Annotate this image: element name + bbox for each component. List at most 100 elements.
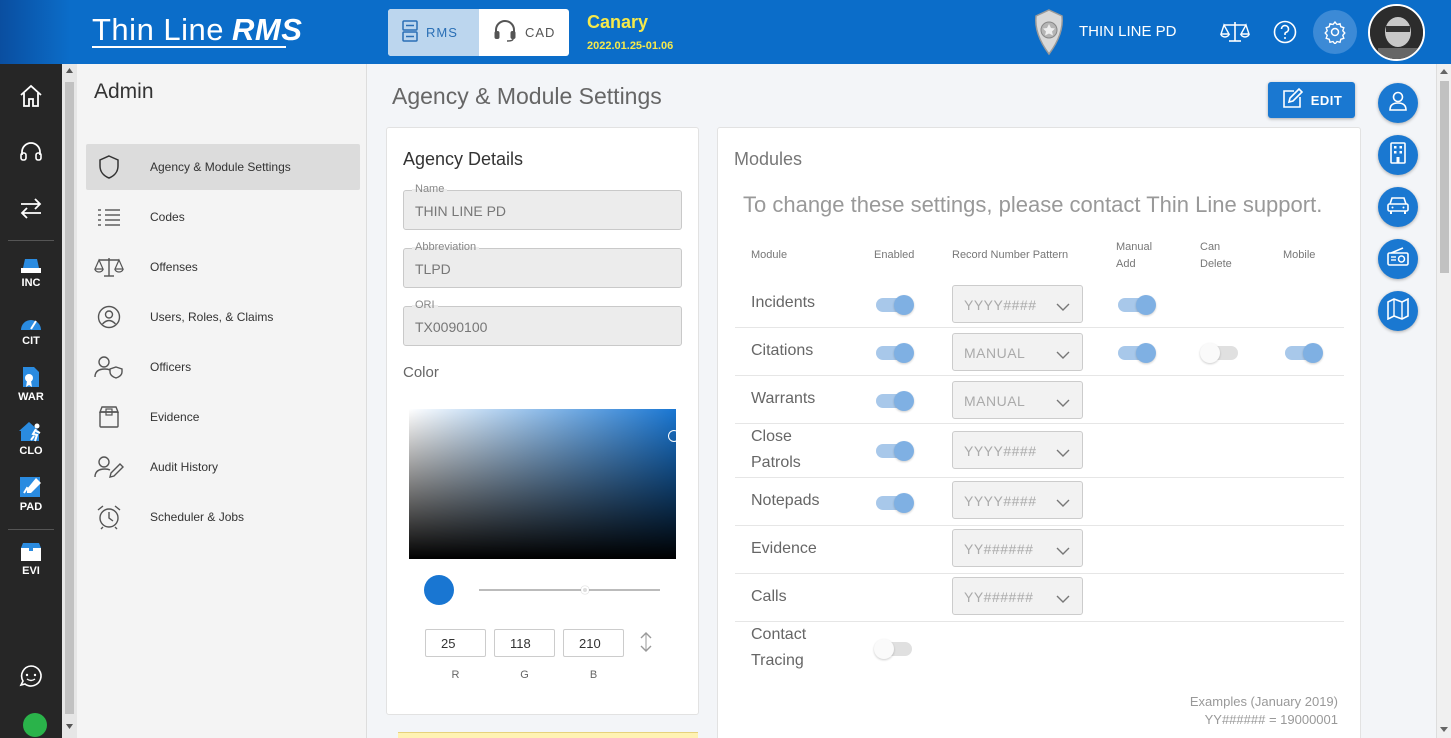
top-bar: Thin Line RMS RMS CAD Canary 2022.01.25-0… [0,0,1451,64]
edit-button[interactable]: EDIT [1268,82,1355,118]
left-nav: INC CIT WAR CLO PAD EVI [0,64,62,738]
online-status-indicator[interactable] [23,713,47,737]
nav-incidents[interactable]: INC [0,258,62,289]
close-patrols-enabled-toggle[interactable] [876,441,914,461]
close-patrol-icon [18,420,44,445]
admin-item-agency-module-settings[interactable]: Agency & Module Settings [86,144,360,190]
cad-module-button[interactable]: CAD [479,9,569,56]
scales-icon[interactable] [1220,17,1250,47]
warrant-icon [20,366,42,391]
map-icon [1386,297,1410,325]
module-name-calls: Calls [751,588,787,605]
notepads-enabled-toggle[interactable] [876,493,914,513]
nav-notepads[interactable]: PAD [0,476,62,513]
radio-button[interactable] [1378,239,1418,279]
environment-version: 2022.01.25-01.06 [587,40,674,52]
admin-item-evidence[interactable]: Evidence [86,394,360,440]
settings-icon[interactable] [1313,10,1357,54]
incidents-enabled-toggle[interactable] [876,295,914,315]
agency-name-field[interactable]: Name THIN LINE PD [403,183,682,230]
col-enabled: Enabled [874,249,915,261]
user-avatar[interactable] [1368,4,1425,61]
admin-panel: Admin Agency & Module Settings Codes Off… [77,64,367,738]
map-button[interactable] [1378,291,1418,331]
admin-item-codes[interactable]: Codes [86,194,360,240]
abbreviation-field[interactable]: Abbreviation TLPD [403,241,682,288]
nav-citations[interactable]: CIT [0,312,62,347]
page-title: Agency & Module Settings [392,83,662,109]
incidents-manual-add-toggle[interactable] [1118,295,1156,315]
rms-module-button[interactable]: RMS [388,9,479,56]
headset-icon [18,140,44,169]
red-label: R [451,669,460,681]
col-can-delete: Can Delete [1200,241,1232,270]
user-circle-icon [86,305,132,329]
admin-item-users-roles-claims[interactable]: Users, Roles, & Claims [86,294,360,340]
admin-item-officers[interactable]: Officers [86,344,360,390]
col-module: Module [751,249,788,261]
vehicle-search-button[interactable] [1378,187,1418,227]
nav-cad[interactable] [0,140,62,169]
chevron-down-icon [1056,445,1070,463]
app-logo[interactable]: Thin Line RMS [92,12,302,48]
citations-can-delete-toggle[interactable] [1200,343,1238,363]
building-search-button[interactable] [1378,135,1418,175]
user-edit-icon [86,455,132,479]
officer-icon [86,355,132,379]
citations-pattern-select[interactable]: MANUAL [952,333,1083,371]
agency-details-heading: Agency Details [403,149,524,169]
module-name-evidence: Evidence [751,540,817,557]
nav-evidence[interactable]: EVI [0,542,62,577]
hue-slider[interactable] [479,589,660,591]
incidents-pattern-select[interactable]: YYYY#### [952,285,1083,323]
module-name-close-patrols: Close Patrols [751,428,801,471]
citations-mobile-toggle[interactable] [1285,343,1323,363]
chevron-down-icon [1056,591,1070,609]
module-name-contact-tracing: Contact Tracing [751,626,807,669]
module-switcher: RMS CAD [388,9,569,56]
citations-manual-add-toggle[interactable] [1118,343,1156,363]
admin-item-audit-history[interactable]: Audit History [86,444,360,490]
evidence-pattern-select[interactable]: YY###### [952,529,1083,567]
color-saturation-picker[interactable] [409,409,676,559]
green-input[interactable]: 118 [494,629,555,657]
warrants-pattern-select[interactable]: MANUAL [952,381,1083,419]
edit-icon [1281,87,1303,113]
ori-field[interactable]: ORI TX0090100 [403,299,682,346]
nav-warrants[interactable]: WAR [0,366,62,403]
calls-pattern-select[interactable]: YY###### [952,577,1083,615]
person-search-button[interactable] [1378,83,1418,123]
nav-chat[interactable] [0,664,62,691]
close-patrols-pattern-select[interactable]: YYYY#### [952,431,1083,469]
citations-enabled-toggle[interactable] [876,343,914,363]
color-label: Color [403,364,439,381]
nav-close-patrols[interactable]: CLO [0,420,62,457]
color-picker-handle[interactable] [668,430,680,442]
red-input[interactable]: 25 [425,629,486,657]
contact-tracing-enabled-toggle[interactable] [874,639,912,659]
module-name-notepads: Notepads [751,492,820,509]
admin-item-scheduler-jobs[interactable]: Scheduler & Jobs [86,494,360,540]
warrants-enabled-toggle[interactable] [876,391,914,411]
list-icon [86,208,132,226]
main-scrollbar[interactable] [1436,64,1451,738]
help-icon[interactable] [1270,17,1300,47]
admin-item-offenses[interactable]: Offenses [86,244,360,290]
color-format-toggle-icon[interactable] [639,631,653,658]
blue-input[interactable]: 210 [563,629,624,657]
server-icon [402,20,418,45]
module-name-warrants: Warrants [751,390,816,407]
modules-heading: Modules [734,149,803,169]
col-manual-add: Manual Add [1116,241,1153,270]
chevron-down-icon [1056,543,1070,561]
chevron-down-icon [1056,299,1070,317]
support-notice: To change these settings, please contact… [743,192,1323,217]
person-icon [1387,90,1409,117]
hue-slider-handle[interactable] [581,586,589,594]
building-icon [1388,141,1408,169]
admin-scrollbar[interactable] [62,64,77,738]
nav-transfer[interactable] [0,196,62,223]
nav-home[interactable] [0,84,62,111]
notepads-pattern-select[interactable]: YYYY#### [952,481,1083,519]
evidence-icon [20,542,42,565]
